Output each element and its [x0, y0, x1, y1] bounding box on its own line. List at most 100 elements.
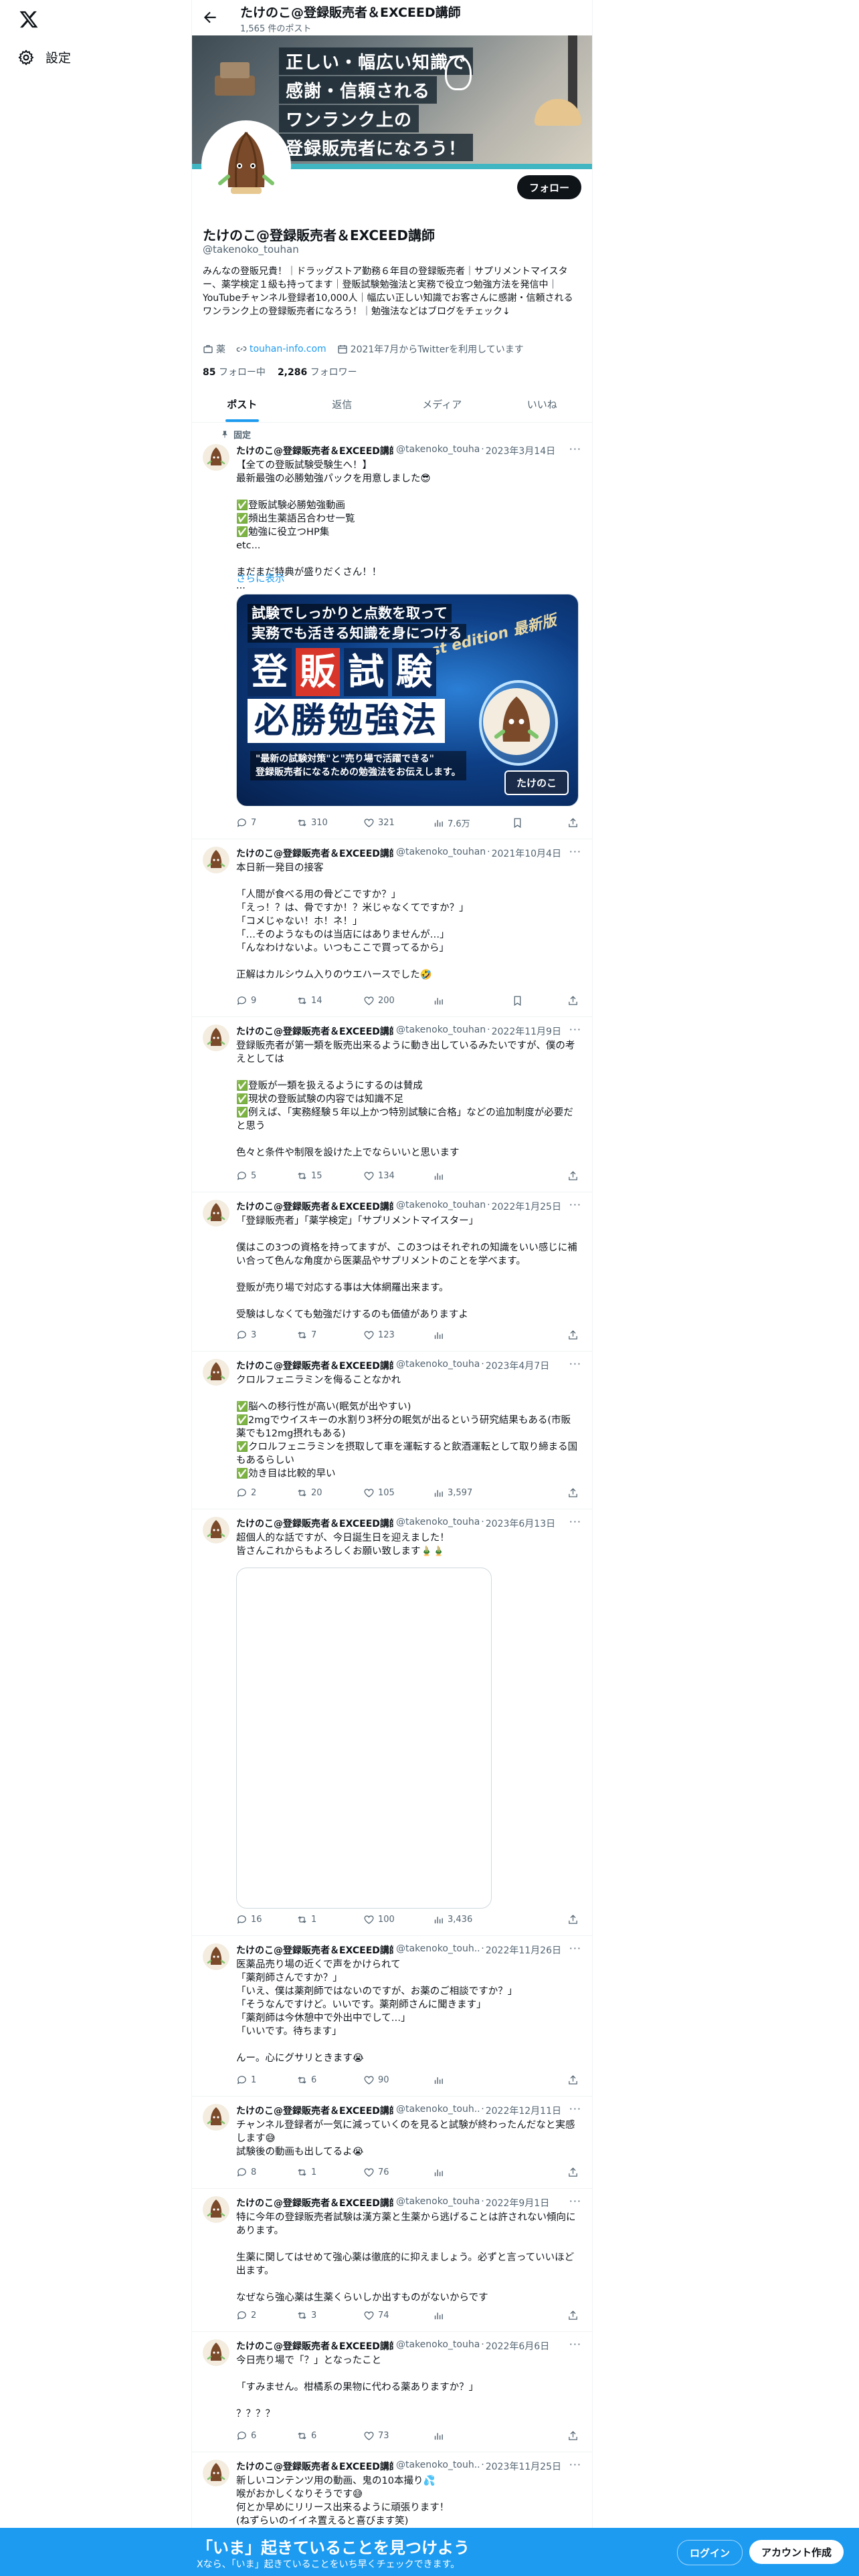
- tab-posts[interactable]: ポスト: [192, 387, 292, 422]
- bookmark-button[interactable]: [512, 995, 536, 1006]
- more-options-icon[interactable]: ···: [569, 2103, 581, 2115]
- share-button[interactable]: [567, 2074, 579, 2086]
- more-options-icon[interactable]: ···: [569, 2195, 581, 2208]
- tweet-date[interactable]: 2023年3月14日: [486, 444, 555, 457]
- retweet-button[interactable]: 15: [296, 1170, 363, 1182]
- tweet-date[interactable]: 2022年6月6日: [486, 2339, 549, 2353]
- tweet-author-handle[interactable]: @takenoko_touha: [396, 1517, 480, 1530]
- back-arrow-icon[interactable]: [201, 9, 219, 26]
- retweet-button[interactable]: 310: [296, 817, 363, 829]
- tweet[interactable]: たけのこ@登録販売者＆EXCEED講師 @takenoko_touha · 2023年…: [192, 1351, 592, 1509]
- tweet-date[interactable]: 2022年12月11日: [486, 2104, 561, 2117]
- share-button[interactable]: [567, 817, 579, 829]
- views-button[interactable]: [433, 1329, 531, 1341]
- retweet-button[interactable]: 1: [296, 2167, 363, 2178]
- settings-link[interactable]: 設定: [17, 48, 71, 66]
- reply-button[interactable]: 16: [236, 1914, 296, 1925]
- share-button[interactable]: [567, 2310, 579, 2321]
- share-button[interactable]: [567, 995, 579, 1006]
- tweet-image[interactable]: 試験でしっかりと点数を取って 実務でも活きる知識を身につける Latest edi…: [236, 594, 579, 807]
- more-options-icon[interactable]: ···: [569, 1358, 581, 1370]
- like-button[interactable]: 100: [363, 1914, 433, 1925]
- retweet-button[interactable]: 6: [296, 2430, 363, 2442]
- retweet-button[interactable]: 14: [296, 995, 363, 1006]
- tweet-avatar[interactable]: [203, 2104, 229, 2131]
- signup-button[interactable]: アカウント作成: [749, 2540, 844, 2564]
- tweet[interactable]: 固定 たけのこ@登録販売者＆EXCEED講師 @takenoko_touha · 202…: [192, 423, 592, 839]
- views-button[interactable]: [433, 1170, 531, 1182]
- tweet-author-handle[interactable]: @takenoko_touh..: [396, 2460, 480, 2473]
- tweet-avatar[interactable]: [203, 1025, 229, 1051]
- following-link[interactable]: 85 フォロー中: [203, 365, 266, 379]
- more-options-icon[interactable]: ···: [569, 1942, 581, 1955]
- login-button[interactable]: ログイン: [677, 2540, 743, 2565]
- views-button[interactable]: [433, 2430, 531, 2442]
- views-button[interactable]: [433, 2074, 531, 2086]
- views-button[interactable]: [433, 2167, 531, 2178]
- followers-link[interactable]: 2,286 フォロワー: [278, 365, 357, 379]
- profile-avatar[interactable]: [201, 120, 291, 210]
- tweet-avatar[interactable]: [203, 2196, 229, 2223]
- tab-replies[interactable]: 返信: [292, 387, 393, 422]
- reply-button[interactable]: 2: [236, 2310, 296, 2321]
- reply-button[interactable]: 8: [236, 2167, 296, 2178]
- tweet[interactable]: たけのこ@登録販売者＆EXCEED講師 @takenoko_touha · 2023年…: [192, 1509, 592, 1936]
- tweet-author-name[interactable]: たけのこ@登録販売者＆EXCEED講師: [236, 2339, 393, 2353]
- tweet-author-name[interactable]: たけのこ@登録販売者＆EXCEED講師: [236, 1200, 393, 1213]
- tweet-author-handle[interactable]: @takenoko_touh..: [396, 1943, 480, 1957]
- reply-button[interactable]: 1: [236, 2074, 296, 2086]
- profile-website[interactable]: touhan-info.com: [236, 344, 326, 354]
- tweet[interactable]: たけのこ@登録販売者＆EXCEED講師 @takenoko_touh.. · 2022…: [192, 2096, 592, 2189]
- tweet-avatar[interactable]: [203, 444, 229, 471]
- tweet-avatar[interactable]: [203, 2339, 229, 2366]
- like-button[interactable]: 123: [363, 1329, 433, 1341]
- tweet-avatar[interactable]: [203, 847, 229, 873]
- tweet-author-name[interactable]: たけのこ@登録販売者＆EXCEED講師: [236, 2196, 393, 2210]
- share-button[interactable]: [567, 1170, 579, 1182]
- more-options-icon[interactable]: ···: [569, 1198, 581, 1211]
- tweet-author-handle[interactable]: @takenoko_touha: [396, 2339, 480, 2353]
- tweet-date[interactable]: 2022年1月25日: [492, 1200, 561, 1213]
- tab-media[interactable]: メディア: [392, 387, 492, 422]
- tweet[interactable]: たけのこ@登録販売者＆EXCEED講師 @takenoko_touhan · 2021…: [192, 839, 592, 1017]
- tweet-date[interactable]: 2023年11月25日: [486, 2460, 561, 2473]
- tweet-author-name[interactable]: たけのこ@登録販売者＆EXCEED講師: [236, 1517, 393, 1530]
- more-options-icon[interactable]: ···: [569, 2338, 581, 2351]
- x-logo-icon[interactable]: [17, 8, 40, 31]
- tweet-author-handle[interactable]: @takenoko_touha: [396, 444, 480, 457]
- tweet-author-name[interactable]: たけのこ@登録販売者＆EXCEED講師: [236, 1025, 393, 1038]
- tweet-author-name[interactable]: たけのこ@登録販売者＆EXCEED講師: [236, 2460, 393, 2473]
- views-button[interactable]: 3,597: [433, 1487, 531, 1499]
- more-options-icon[interactable]: ···: [569, 1515, 581, 1528]
- like-button[interactable]: 321: [363, 817, 433, 829]
- reply-button[interactable]: 2: [236, 1487, 296, 1499]
- like-button[interactable]: 74: [363, 2310, 433, 2321]
- share-button[interactable]: [567, 1487, 579, 1499]
- like-button[interactable]: 73: [363, 2430, 433, 2442]
- tweet-date[interactable]: 2022年9月1日: [486, 2196, 549, 2210]
- tweet-avatar[interactable]: [203, 1359, 229, 1386]
- tweet-author-handle[interactable]: @takenoko_touha: [396, 1359, 480, 1372]
- tab-likes[interactable]: いいね: [492, 387, 593, 422]
- more-options-icon[interactable]: ···: [569, 443, 581, 455]
- tweet-author-handle[interactable]: @takenoko_touhan: [396, 847, 486, 860]
- retweet-button[interactable]: 3: [296, 2310, 363, 2321]
- views-button[interactable]: [433, 2310, 531, 2321]
- reply-button[interactable]: 9: [236, 995, 296, 1006]
- share-button[interactable]: [567, 1914, 579, 1925]
- like-button[interactable]: 76: [363, 2167, 433, 2178]
- tweet-author-name[interactable]: たけのこ@登録販売者＆EXCEED講師: [236, 847, 393, 860]
- tweet[interactable]: たけのこ@登録販売者＆EXCEED講師 @takenoko_touha · 2022年…: [192, 2188, 592, 2332]
- tweet-author-name[interactable]: たけのこ@登録販売者＆EXCEED講師: [236, 1359, 393, 1372]
- tweet-author-name[interactable]: たけのこ@登録販売者＆EXCEED講師: [236, 444, 393, 457]
- share-button[interactable]: [567, 2167, 579, 2178]
- tweet-date[interactable]: 2022年11月9日: [492, 1025, 561, 1038]
- website-link[interactable]: touhan-info.com: [250, 344, 326, 354]
- retweet-button[interactable]: 6: [296, 2074, 363, 2086]
- tweet-date[interactable]: 2021年10月4日: [492, 847, 561, 860]
- tweet-author-handle[interactable]: @takenoko_touha: [396, 2196, 480, 2210]
- more-options-icon[interactable]: ···: [569, 845, 581, 858]
- share-button[interactable]: [567, 2430, 579, 2442]
- retweet-button[interactable]: 1: [296, 1914, 363, 1925]
- tweet-date[interactable]: 2022年11月26日: [486, 1943, 561, 1957]
